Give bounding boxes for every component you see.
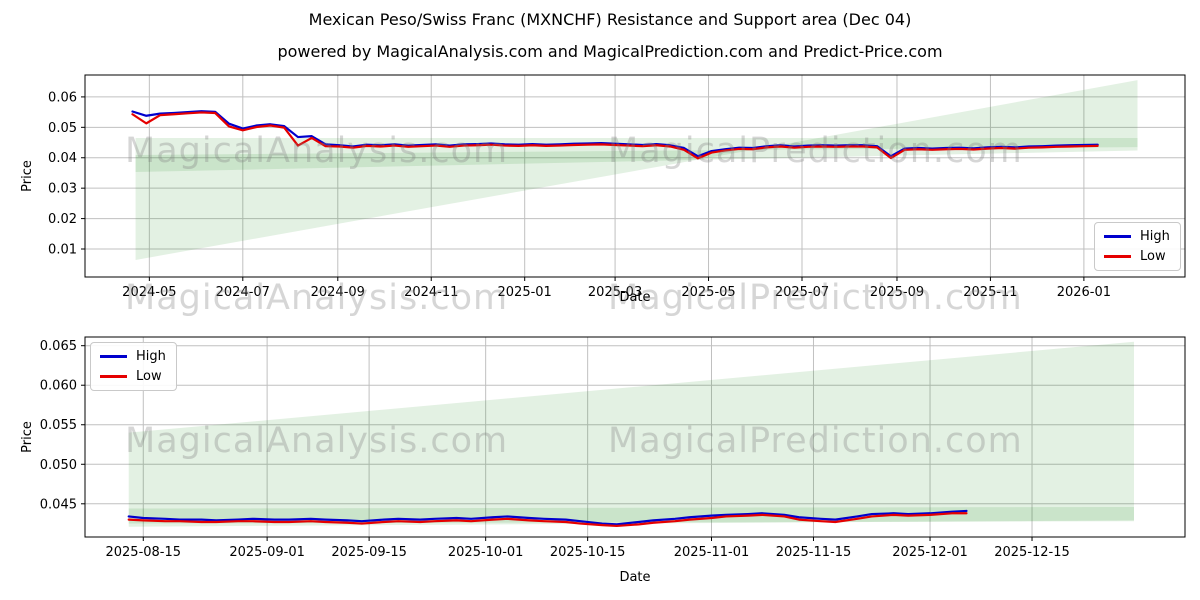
- x-axis-label-date-top: Date: [619, 290, 651, 305]
- x-tick-label: 2025-10-01: [448, 545, 524, 560]
- x-tick-label: 2025-11-15: [776, 545, 852, 560]
- legend-label: Low: [1140, 249, 1166, 264]
- chart-subtitle: powered by MagicalAnalysis.com and Magic…: [277, 42, 943, 61]
- high-line-sample: [1104, 235, 1131, 238]
- area-support-cone: [128, 341, 1135, 527]
- y-tick-label: 0.06: [48, 90, 77, 105]
- y-tick-label: 0.04: [48, 151, 77, 166]
- x-tick-label: 2025-12-15: [994, 545, 1070, 560]
- y-tick-label: 0.05: [48, 121, 77, 136]
- legend-label: High: [1140, 229, 1170, 244]
- x-axis-label-date-bottom: Date: [619, 570, 651, 585]
- x-tick-label: 2025-11-01: [674, 545, 750, 560]
- legend-label: Low: [136, 369, 162, 384]
- low-line-sample: [1104, 255, 1131, 258]
- legend-entry-low: Low: [1104, 248, 1170, 265]
- y-tick-label: 0.045: [40, 497, 77, 512]
- x-tick-label: 2025-08-15: [105, 545, 181, 560]
- high-line-sample: [100, 355, 127, 358]
- y-tick-label: 0.055: [40, 418, 77, 433]
- y-tick-label: 0.065: [40, 339, 77, 354]
- chart-title: Mexican Peso/Swiss Franc (MXNCHF) Resist…: [308, 10, 912, 29]
- y-tick-label: 0.050: [40, 458, 77, 473]
- legend-entry-high: High: [100, 348, 166, 365]
- x-tick-label: 2025-10-15: [550, 545, 626, 560]
- low-line-sample: [100, 375, 127, 378]
- y-axis-label-price-top: Price: [20, 160, 35, 192]
- x-tick-label: 2025-09-01: [229, 545, 305, 560]
- legend-entry-high: High: [1104, 228, 1170, 245]
- legend-entry-low: Low: [100, 368, 166, 385]
- y-tick-label: 0.01: [48, 243, 77, 258]
- y-axis-label-price-bottom: Price: [20, 421, 35, 453]
- figure: 2024-05 2024-07 2024-09 2024-11 2025-01 2025-…: [0, 0, 1200, 600]
- y-tick-label: 0.060: [40, 379, 77, 394]
- legend-top-chart: High Low: [1094, 222, 1181, 271]
- y-tick-label: 0.03: [48, 182, 77, 197]
- legend-label: High: [136, 349, 166, 364]
- legend-bottom-chart: High Low: [90, 342, 177, 391]
- y-tick-label: 0.02: [48, 212, 77, 227]
- x-tick-label: 2025-09-15: [331, 545, 407, 560]
- x-tick-label: 2025-12-01: [892, 545, 968, 560]
